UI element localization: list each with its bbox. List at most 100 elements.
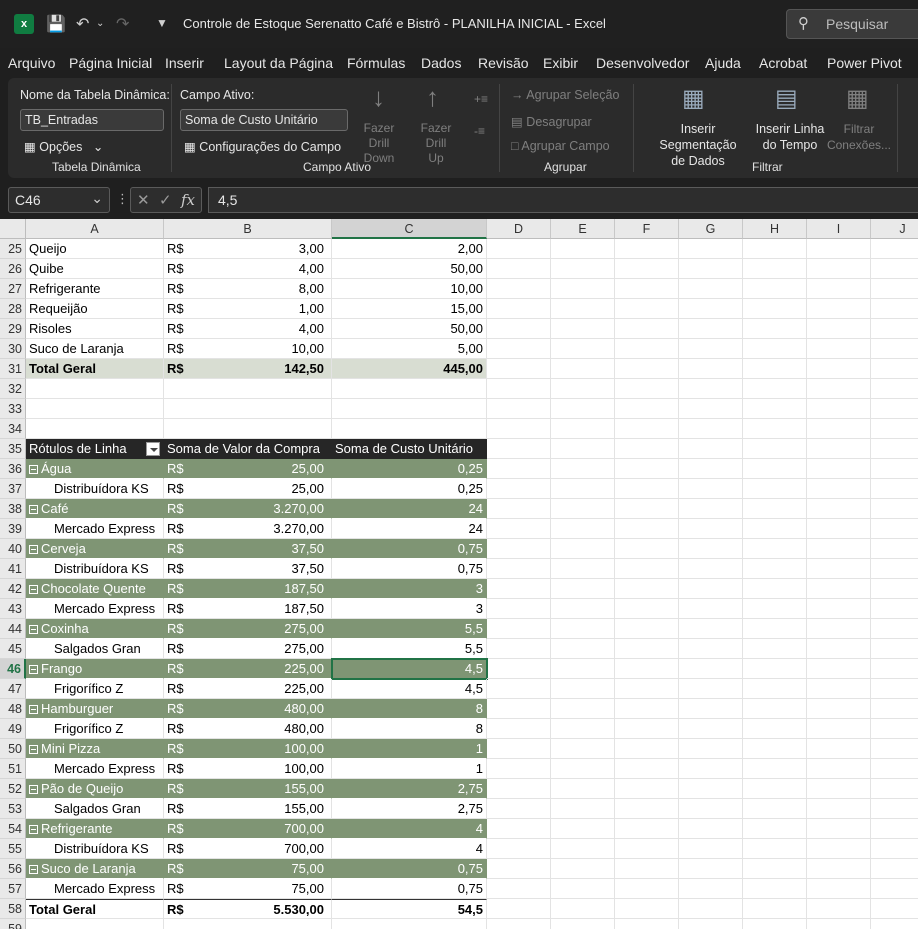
- cell-empty[interactable]: [551, 579, 615, 599]
- group-field-button[interactable]: □ Agrupar Campo: [511, 139, 610, 153]
- cell-empty[interactable]: [743, 619, 807, 639]
- cell-c27[interactable]: 10,00: [332, 279, 487, 299]
- cell-empty[interactable]: [551, 339, 615, 359]
- cell-c52[interactable]: 2,75: [332, 779, 487, 799]
- cell-a26[interactable]: Quibe: [26, 259, 164, 279]
- cell-empty[interactable]: [679, 639, 743, 659]
- cell-empty[interactable]: [679, 719, 743, 739]
- cell-a41[interactable]: Distribuídora KS: [26, 559, 164, 579]
- menu-revisao[interactable]: Revisão: [478, 55, 529, 71]
- cell-empty[interactable]: [615, 279, 679, 299]
- cell-empty[interactable]: [487, 459, 551, 479]
- cell-empty[interactable]: [743, 659, 807, 679]
- row-header-28[interactable]: 28: [0, 299, 26, 319]
- name-box[interactable]: C46 ⌄: [8, 187, 110, 213]
- cell-empty[interactable]: [551, 519, 615, 539]
- column-header-a[interactable]: A: [26, 219, 164, 239]
- cell-empty[interactable]: [487, 659, 551, 679]
- cell-c58[interactable]: 54,5: [332, 899, 487, 919]
- row-header-25[interactable]: 25: [0, 239, 26, 259]
- cell-b29[interactable]: R$ 4,00: [164, 319, 332, 339]
- cell-b53[interactable]: R$ 155,00: [164, 799, 332, 819]
- worksheet-grid[interactable]: ABCDEFGHIJ 25 Queijo R$ 3,00 2,00 26 Quibe R$ 4,…: [0, 219, 918, 929]
- cell-empty[interactable]: [807, 479, 871, 499]
- cell-empty[interactable]: [743, 859, 807, 879]
- cell-empty[interactable]: [743, 759, 807, 779]
- cell-c45[interactable]: 5,5: [332, 639, 487, 659]
- cell-empty[interactable]: [807, 919, 871, 929]
- cell-empty[interactable]: [743, 479, 807, 499]
- cell-c33[interactable]: [332, 399, 487, 419]
- cell-empty[interactable]: [615, 839, 679, 859]
- cell-empty[interactable]: [743, 499, 807, 519]
- cell-empty[interactable]: [807, 559, 871, 579]
- row-header-43[interactable]: 43: [0, 599, 26, 619]
- row-header-46[interactable]: 46: [0, 659, 26, 679]
- cell-empty[interactable]: [679, 619, 743, 639]
- cell-b36[interactable]: R$ 25,00: [164, 459, 332, 479]
- cell-empty[interactable]: [871, 739, 918, 759]
- cell-empty[interactable]: [551, 299, 615, 319]
- cell-empty[interactable]: [679, 859, 743, 879]
- cell-empty[interactable]: [679, 799, 743, 819]
- cell-b25[interactable]: R$ 3,00: [164, 239, 332, 259]
- cell-empty[interactable]: [487, 779, 551, 799]
- cell-empty[interactable]: [743, 259, 807, 279]
- cell-b55[interactable]: R$ 700,00: [164, 839, 332, 859]
- cell-c44[interactable]: 5,5: [332, 619, 487, 639]
- cell-empty[interactable]: [487, 559, 551, 579]
- cell-a40[interactable]: Cerveja: [26, 539, 164, 559]
- menu-exibir[interactable]: Exibir: [543, 55, 578, 71]
- cell-empty[interactable]: [615, 639, 679, 659]
- group-selection-button[interactable]: → Agrupar Seleção: [511, 88, 619, 102]
- cell-empty[interactable]: [615, 519, 679, 539]
- collapse-icon[interactable]: [29, 665, 38, 674]
- cell-empty[interactable]: [743, 559, 807, 579]
- cell-empty[interactable]: [807, 279, 871, 299]
- cell-empty[interactable]: [615, 859, 679, 879]
- undo-dropdown-icon[interactable]: ⌄: [96, 18, 104, 29]
- row-header-48[interactable]: 48: [0, 699, 26, 719]
- cell-empty[interactable]: [807, 319, 871, 339]
- cell-empty[interactable]: [615, 359, 679, 379]
- cell-empty[interactable]: [487, 379, 551, 399]
- cell-empty[interactable]: [615, 659, 679, 679]
- column-header-g[interactable]: G: [679, 219, 743, 239]
- cell-empty[interactable]: [551, 799, 615, 819]
- cell-b50[interactable]: R$ 100,00: [164, 739, 332, 759]
- ungroup-button[interactable]: ▤ Desagrupar: [511, 114, 592, 129]
- cell-empty[interactable]: [807, 639, 871, 659]
- cell-empty[interactable]: [743, 919, 807, 929]
- cell-empty[interactable]: [807, 339, 871, 359]
- cell-b40[interactable]: R$ 37,50: [164, 539, 332, 559]
- cell-empty[interactable]: [615, 319, 679, 339]
- cell-empty[interactable]: [871, 839, 918, 859]
- cell-empty[interactable]: [871, 419, 918, 439]
- cell-empty[interactable]: [487, 759, 551, 779]
- cell-b39[interactable]: R$ 3.270,00: [164, 519, 332, 539]
- cell-b46[interactable]: R$ 225,00: [164, 659, 332, 679]
- cell-empty[interactable]: [487, 879, 551, 899]
- cell-empty[interactable]: [743, 459, 807, 479]
- cell-b33[interactable]: [164, 399, 332, 419]
- cell-empty[interactable]: [679, 439, 743, 459]
- cell-empty[interactable]: [487, 719, 551, 739]
- cell-empty[interactable]: [743, 339, 807, 359]
- cell-empty[interactable]: [487, 619, 551, 639]
- cell-empty[interactable]: [487, 679, 551, 699]
- cell-empty[interactable]: [679, 339, 743, 359]
- row-header-38[interactable]: 38: [0, 499, 26, 519]
- row-header-47[interactable]: 47: [0, 679, 26, 699]
- cell-empty[interactable]: [743, 699, 807, 719]
- row-header-57[interactable]: 57: [0, 879, 26, 899]
- row-header-44[interactable]: 44: [0, 619, 26, 639]
- cell-empty[interactable]: [743, 359, 807, 379]
- cell-empty[interactable]: [679, 399, 743, 419]
- cell-empty[interactable]: [807, 239, 871, 259]
- cell-empty[interactable]: [615, 339, 679, 359]
- cell-empty[interactable]: [551, 719, 615, 739]
- cell-empty[interactable]: [551, 599, 615, 619]
- pivot-sum-value-header[interactable]: Soma de Valor da Compra: [164, 439, 332, 459]
- cell-c47[interactable]: 4,5: [332, 679, 487, 699]
- cell-empty[interactable]: [679, 819, 743, 839]
